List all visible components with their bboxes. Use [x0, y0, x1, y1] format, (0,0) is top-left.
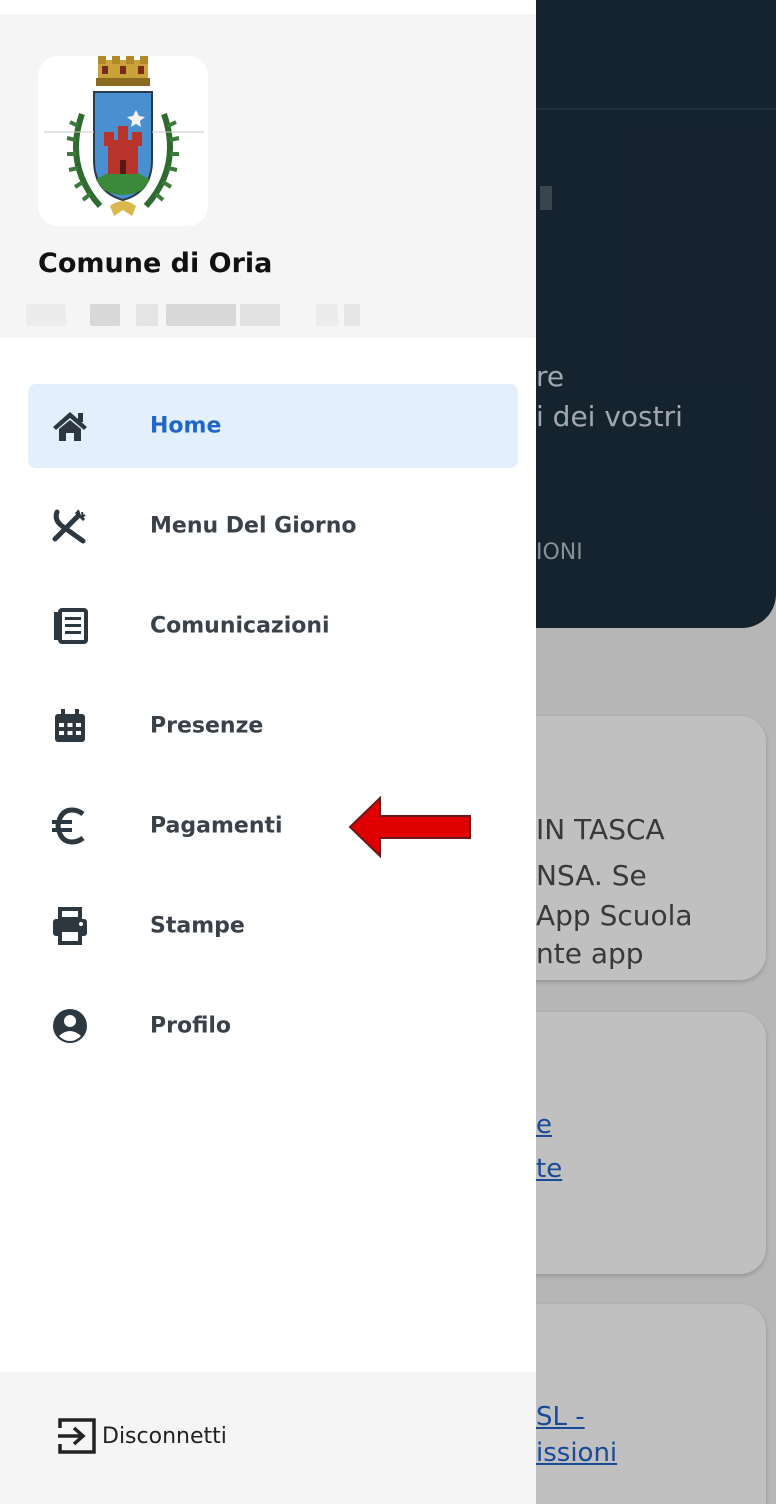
logout-button[interactable]: Disconnetti [54, 1412, 227, 1460]
nav-label: Comunicazioni [150, 613, 330, 639]
organization-name: Comune di Oria [38, 248, 273, 279]
calendar-icon [55, 709, 85, 742]
nav-item-comunicazioni[interactable]: Comunicazioni [28, 584, 518, 668]
nav-item-menu-del-giorno[interactable]: Menu Del Giorno [28, 484, 518, 568]
logout-label: Disconnetti [102, 1423, 227, 1449]
coat-of-arms-icon [44, 56, 204, 216]
nav-label: Stampe [150, 913, 245, 939]
nav-label: Pagamenti [150, 813, 283, 839]
status-strip [0, 0, 536, 14]
nav-label: Home [150, 413, 222, 439]
nav-item-home[interactable]: Home [28, 384, 518, 468]
home-icon [53, 412, 87, 441]
newspaper-icon [54, 608, 88, 644]
nav-item-presenze[interactable]: Presenze [28, 684, 518, 768]
drawer-scrim[interactable] [536, 0, 776, 1504]
comune-logo [38, 56, 208, 226]
drawer-header: Comune di Oria [0, 14, 536, 338]
nav-item-profilo[interactable]: Profilo [28, 984, 518, 1068]
drawer-footer: Disconnetti [0, 1372, 536, 1504]
nav-label: Presenze [150, 713, 264, 739]
nav-label: Menu Del Giorno [150, 513, 357, 539]
red-annotation-arrow-icon [348, 796, 471, 858]
logout-icon [58, 1418, 96, 1454]
navigation-drawer: Comune di Oria Home Menu Del Giorno Comu… [0, 0, 536, 1504]
euro-icon [52, 807, 85, 845]
printer-icon [53, 907, 87, 945]
user-circle-icon [53, 1009, 87, 1043]
nav-label: Profilo [150, 1013, 232, 1039]
utensils-icon [52, 509, 86, 544]
nav-item-stampe[interactable]: Stampe [28, 884, 518, 968]
redacted-user-email [26, 300, 366, 330]
